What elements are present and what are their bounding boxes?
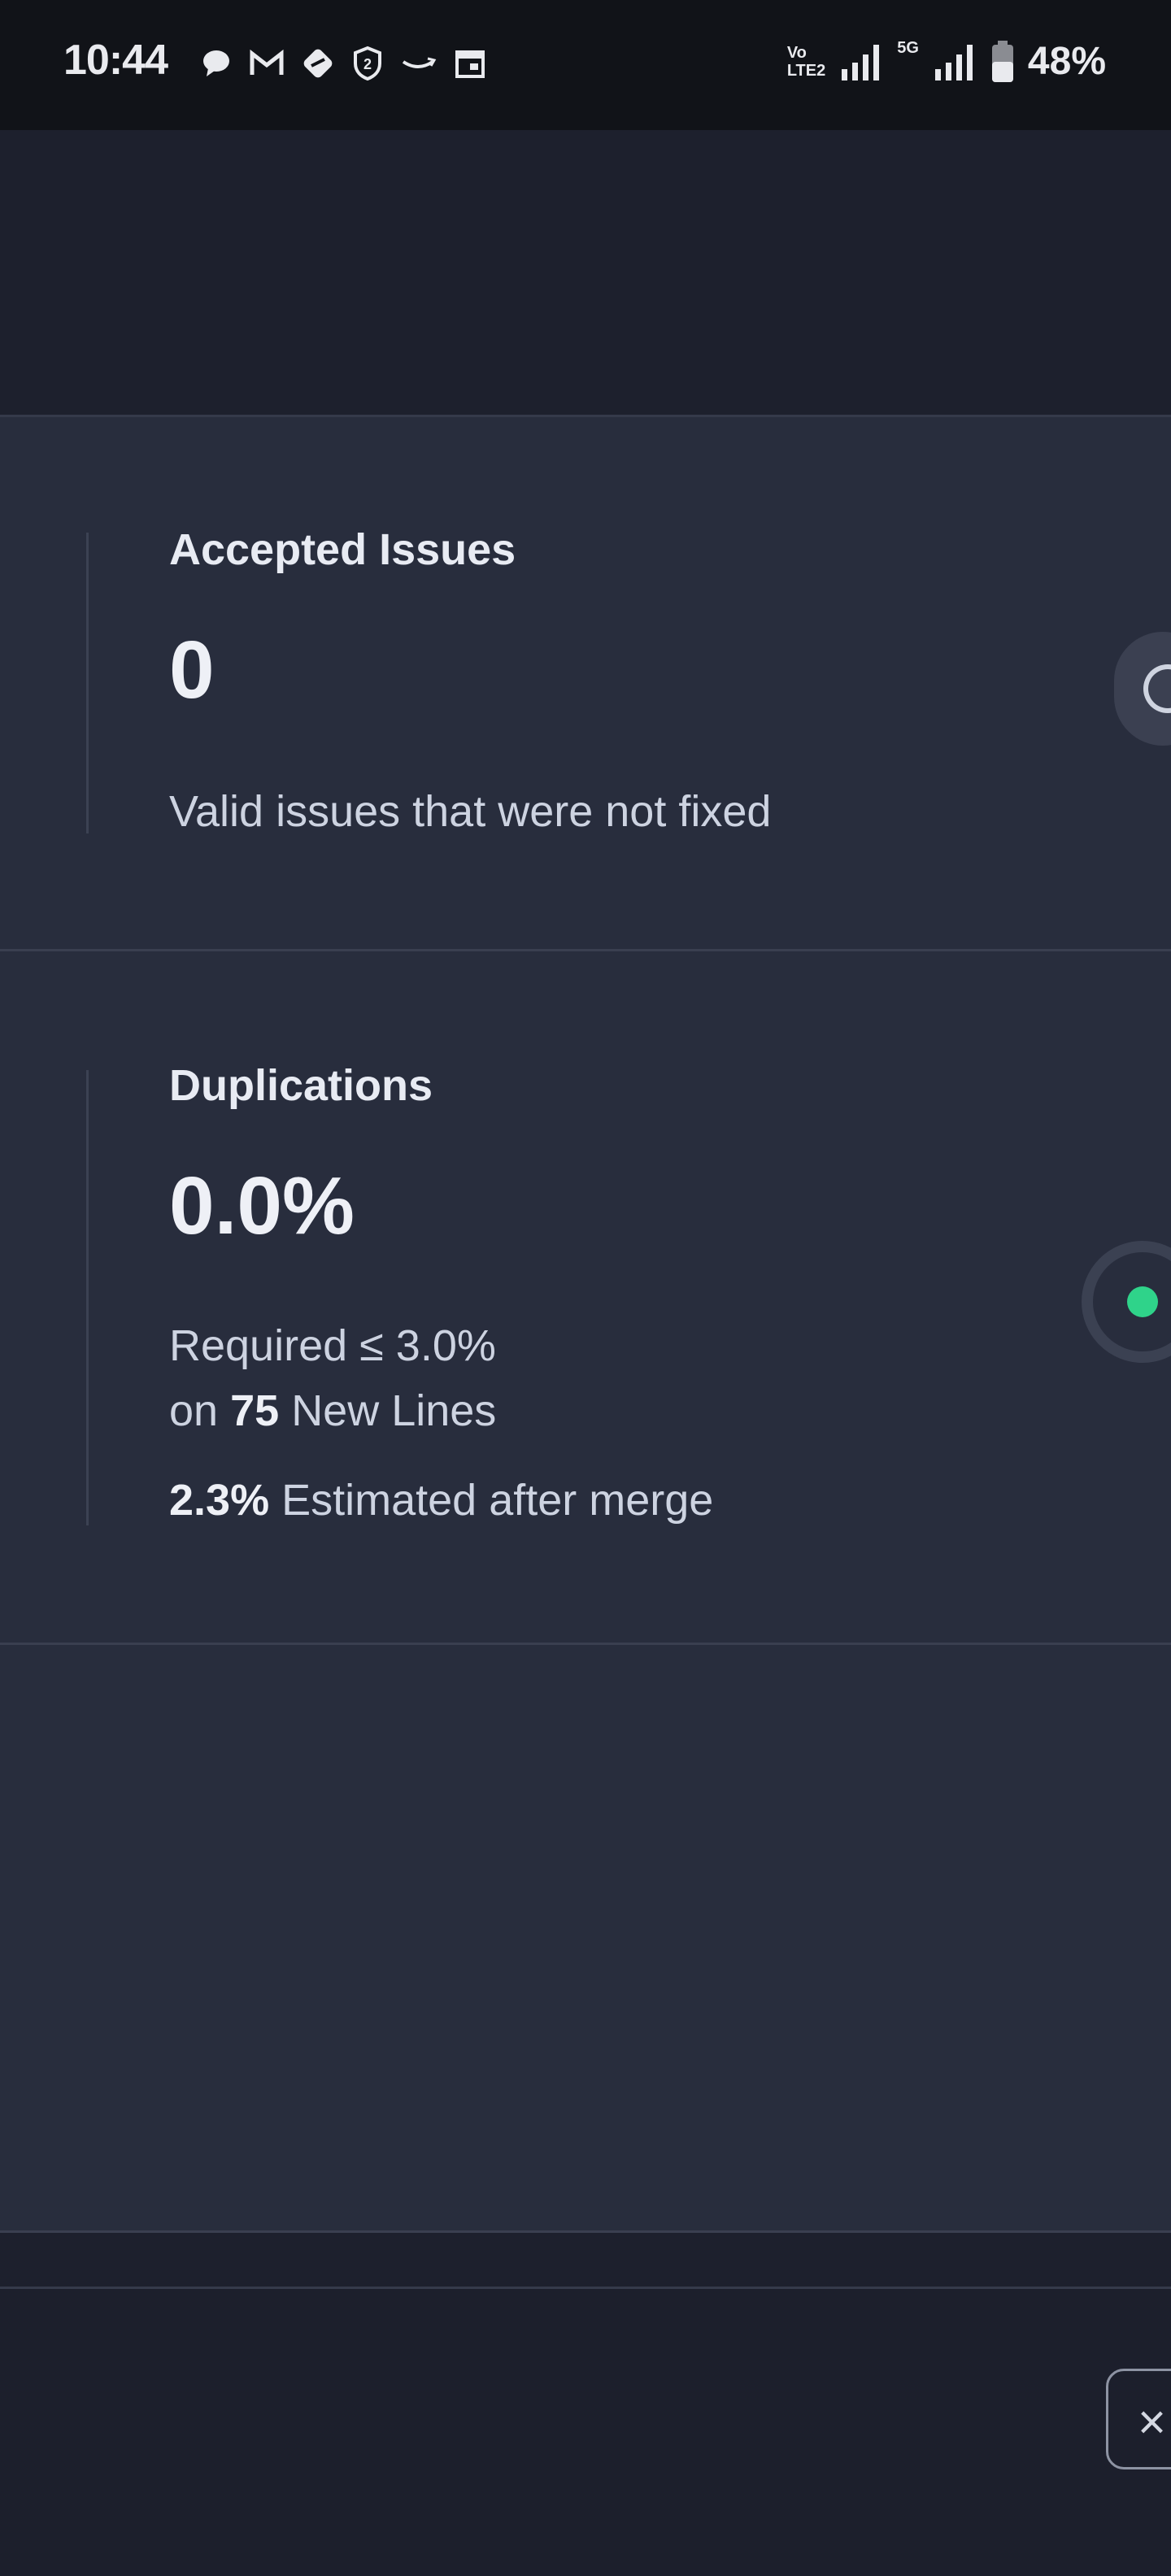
refresh-icon (1143, 664, 1171, 713)
header-area (0, 130, 1171, 417)
network-type: 5G (897, 39, 919, 57)
bottom-bar (0, 2289, 1171, 2576)
duplications-status-indicator[interactable] (1082, 1241, 1171, 1363)
accepted-issues-card: Accepted Issues 0 Valid issues that were… (0, 417, 1171, 951)
chat-bubble-icon (203, 50, 229, 76)
system-status: Vo LTE2 5G 48% (787, 39, 1106, 84)
signal-5g-icon (934, 44, 973, 80)
close-button[interactable]: × (1106, 2369, 1171, 2469)
badge-icon (303, 49, 333, 78)
signal-icon (842, 44, 880, 80)
amazon-icon (402, 57, 437, 68)
svg-text:2: 2 (363, 56, 372, 72)
gmail-icon (250, 49, 284, 75)
status-time: 10:44 (63, 37, 168, 84)
duplications-card: Duplications 0.0% Required ≤ 3.0% on 75 … (0, 951, 1171, 1645)
shield-2-icon: 2 (354, 46, 381, 81)
new-lines-count: 75 (230, 1386, 280, 1435)
calendar-icon (455, 50, 485, 78)
accepted-issues-action-button[interactable] (1114, 632, 1171, 746)
empty-card (0, 1645, 1171, 2233)
battery-icon (991, 40, 1013, 82)
status-dot (1127, 1286, 1158, 1317)
card-divider-line (86, 1070, 89, 1525)
volte-indicator: Vo LTE2 (786, 43, 826, 80)
status-bar: 10:44 2 Vo LTE2 5G 48% (0, 0, 1171, 130)
duplications-estimate: 2.3% Estimated after merge (169, 1476, 714, 1525)
section-gap (0, 2233, 1171, 2289)
card-divider-line (86, 533, 89, 833)
battery-percent: 48% (1027, 40, 1106, 83)
accepted-issues-title: Accepted Issues (169, 525, 516, 574)
close-icon: × (1138, 2395, 1167, 2449)
duplications-value: 0.0% (169, 1160, 355, 1251)
duplications-required: Required ≤ 3.0% (169, 1321, 496, 1370)
accepted-issues-value: 0 (169, 624, 215, 716)
duplications-title: Duplications (169, 1061, 433, 1110)
accepted-issues-description: Valid issues that were not fixed (169, 787, 772, 836)
estimated-value: 2.3% (169, 1476, 270, 1525)
duplications-new-lines: on 75 New Lines (169, 1386, 497, 1435)
notification-icons: 2 (200, 46, 486, 81)
